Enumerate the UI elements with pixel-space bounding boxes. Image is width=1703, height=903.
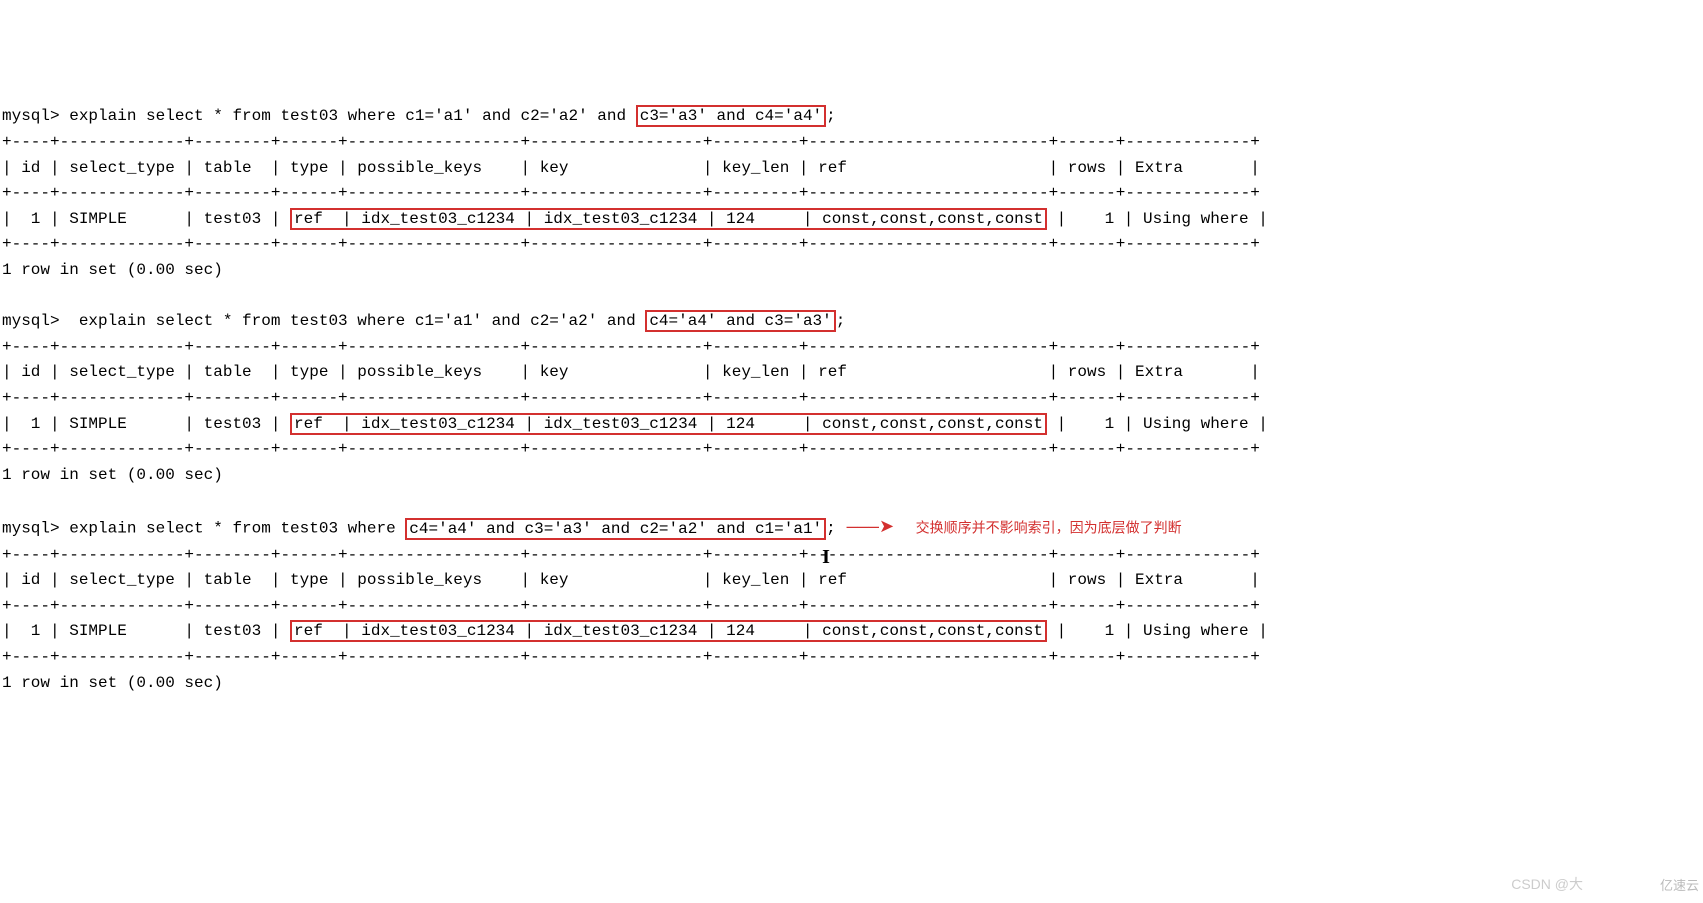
table-border: +----+-------------+--------+------+----… [2, 338, 1260, 356]
query-text: ; [836, 312, 846, 330]
table-row: | 1 | Using where | [1047, 415, 1268, 433]
table-border: +----+-------------+--------+------+----… [2, 440, 1260, 458]
query-text: ; [826, 520, 836, 538]
row-highlight-box: ref | idx_test03_c1234 | idx_test03_c123… [290, 208, 1047, 230]
query-text: explain select * from test03 where c1='a… [69, 107, 636, 125]
result-footer: 1 row in set (0.00 sec) [2, 674, 223, 692]
table-border: +----+-------------+--------+------+----… [2, 597, 1260, 615]
query-text: explain select * from test03 where [69, 520, 405, 538]
table-row: | 1 | Using where | [1047, 622, 1268, 640]
result-footer: 1 row in set (0.00 sec) [2, 261, 223, 279]
table-border: +----+-------------+--------+------+----… [2, 648, 1260, 666]
table-border: +----+-------------+--------+------+----… [2, 389, 1260, 407]
table-row: | 1 | SIMPLE | test03 | [2, 210, 290, 228]
query-text: explain select * from test03 where c1='a… [79, 312, 646, 330]
query-highlight-box: c4='a4' and c3='a3' and c2='a2' and c1='… [405, 518, 826, 540]
table-row: | 1 | SIMPLE | test03 | [2, 622, 290, 640]
mysql-prompt: mysql> [2, 107, 69, 125]
table-border: +----+-------------+--------+------+----… [2, 235, 1260, 253]
watermark-yisu: 亿速云 [1660, 876, 1699, 897]
query-text: ; [826, 107, 836, 125]
table-header: | id | select_type | table | type | poss… [2, 159, 1260, 177]
table-border: +----+-------------+--------+------+----… [2, 546, 1260, 564]
row-highlight-box: ref | idx_test03_c1234 | idx_test03_c123… [290, 413, 1047, 435]
arrow-right-icon: ———➤ [836, 518, 916, 538]
table-border: +----+-------------+--------+------+----… [2, 133, 1260, 151]
mysql-prompt: mysql> [2, 520, 69, 538]
query-highlight-box: c3='a3' and c4='a4' [636, 105, 826, 127]
result-footer: 1 row in set (0.00 sec) [2, 466, 223, 484]
query-highlight-box: c4='a4' and c3='a3' [645, 310, 835, 332]
mysql-prompt: mysql> [2, 312, 79, 330]
watermark-csdn: CSDN @大 [1511, 873, 1583, 895]
table-border: +----+-------------+--------+------+----… [2, 184, 1260, 202]
row-highlight-box: ref | idx_test03_c1234 | idx_test03_c123… [290, 620, 1047, 642]
table-row: | 1 | Using where | [1047, 210, 1268, 228]
table-row: | 1 | SIMPLE | test03 | [2, 415, 290, 433]
table-header: | id | select_type | table | type | poss… [2, 363, 1260, 381]
annotation-text: 交换顺序并不影响索引，因为底层做了判断 [916, 520, 1182, 536]
terminal-output: mysql> explain select * from test03 wher… [2, 104, 1701, 696]
table-header: | id | select_type | table | type | poss… [2, 571, 1260, 589]
